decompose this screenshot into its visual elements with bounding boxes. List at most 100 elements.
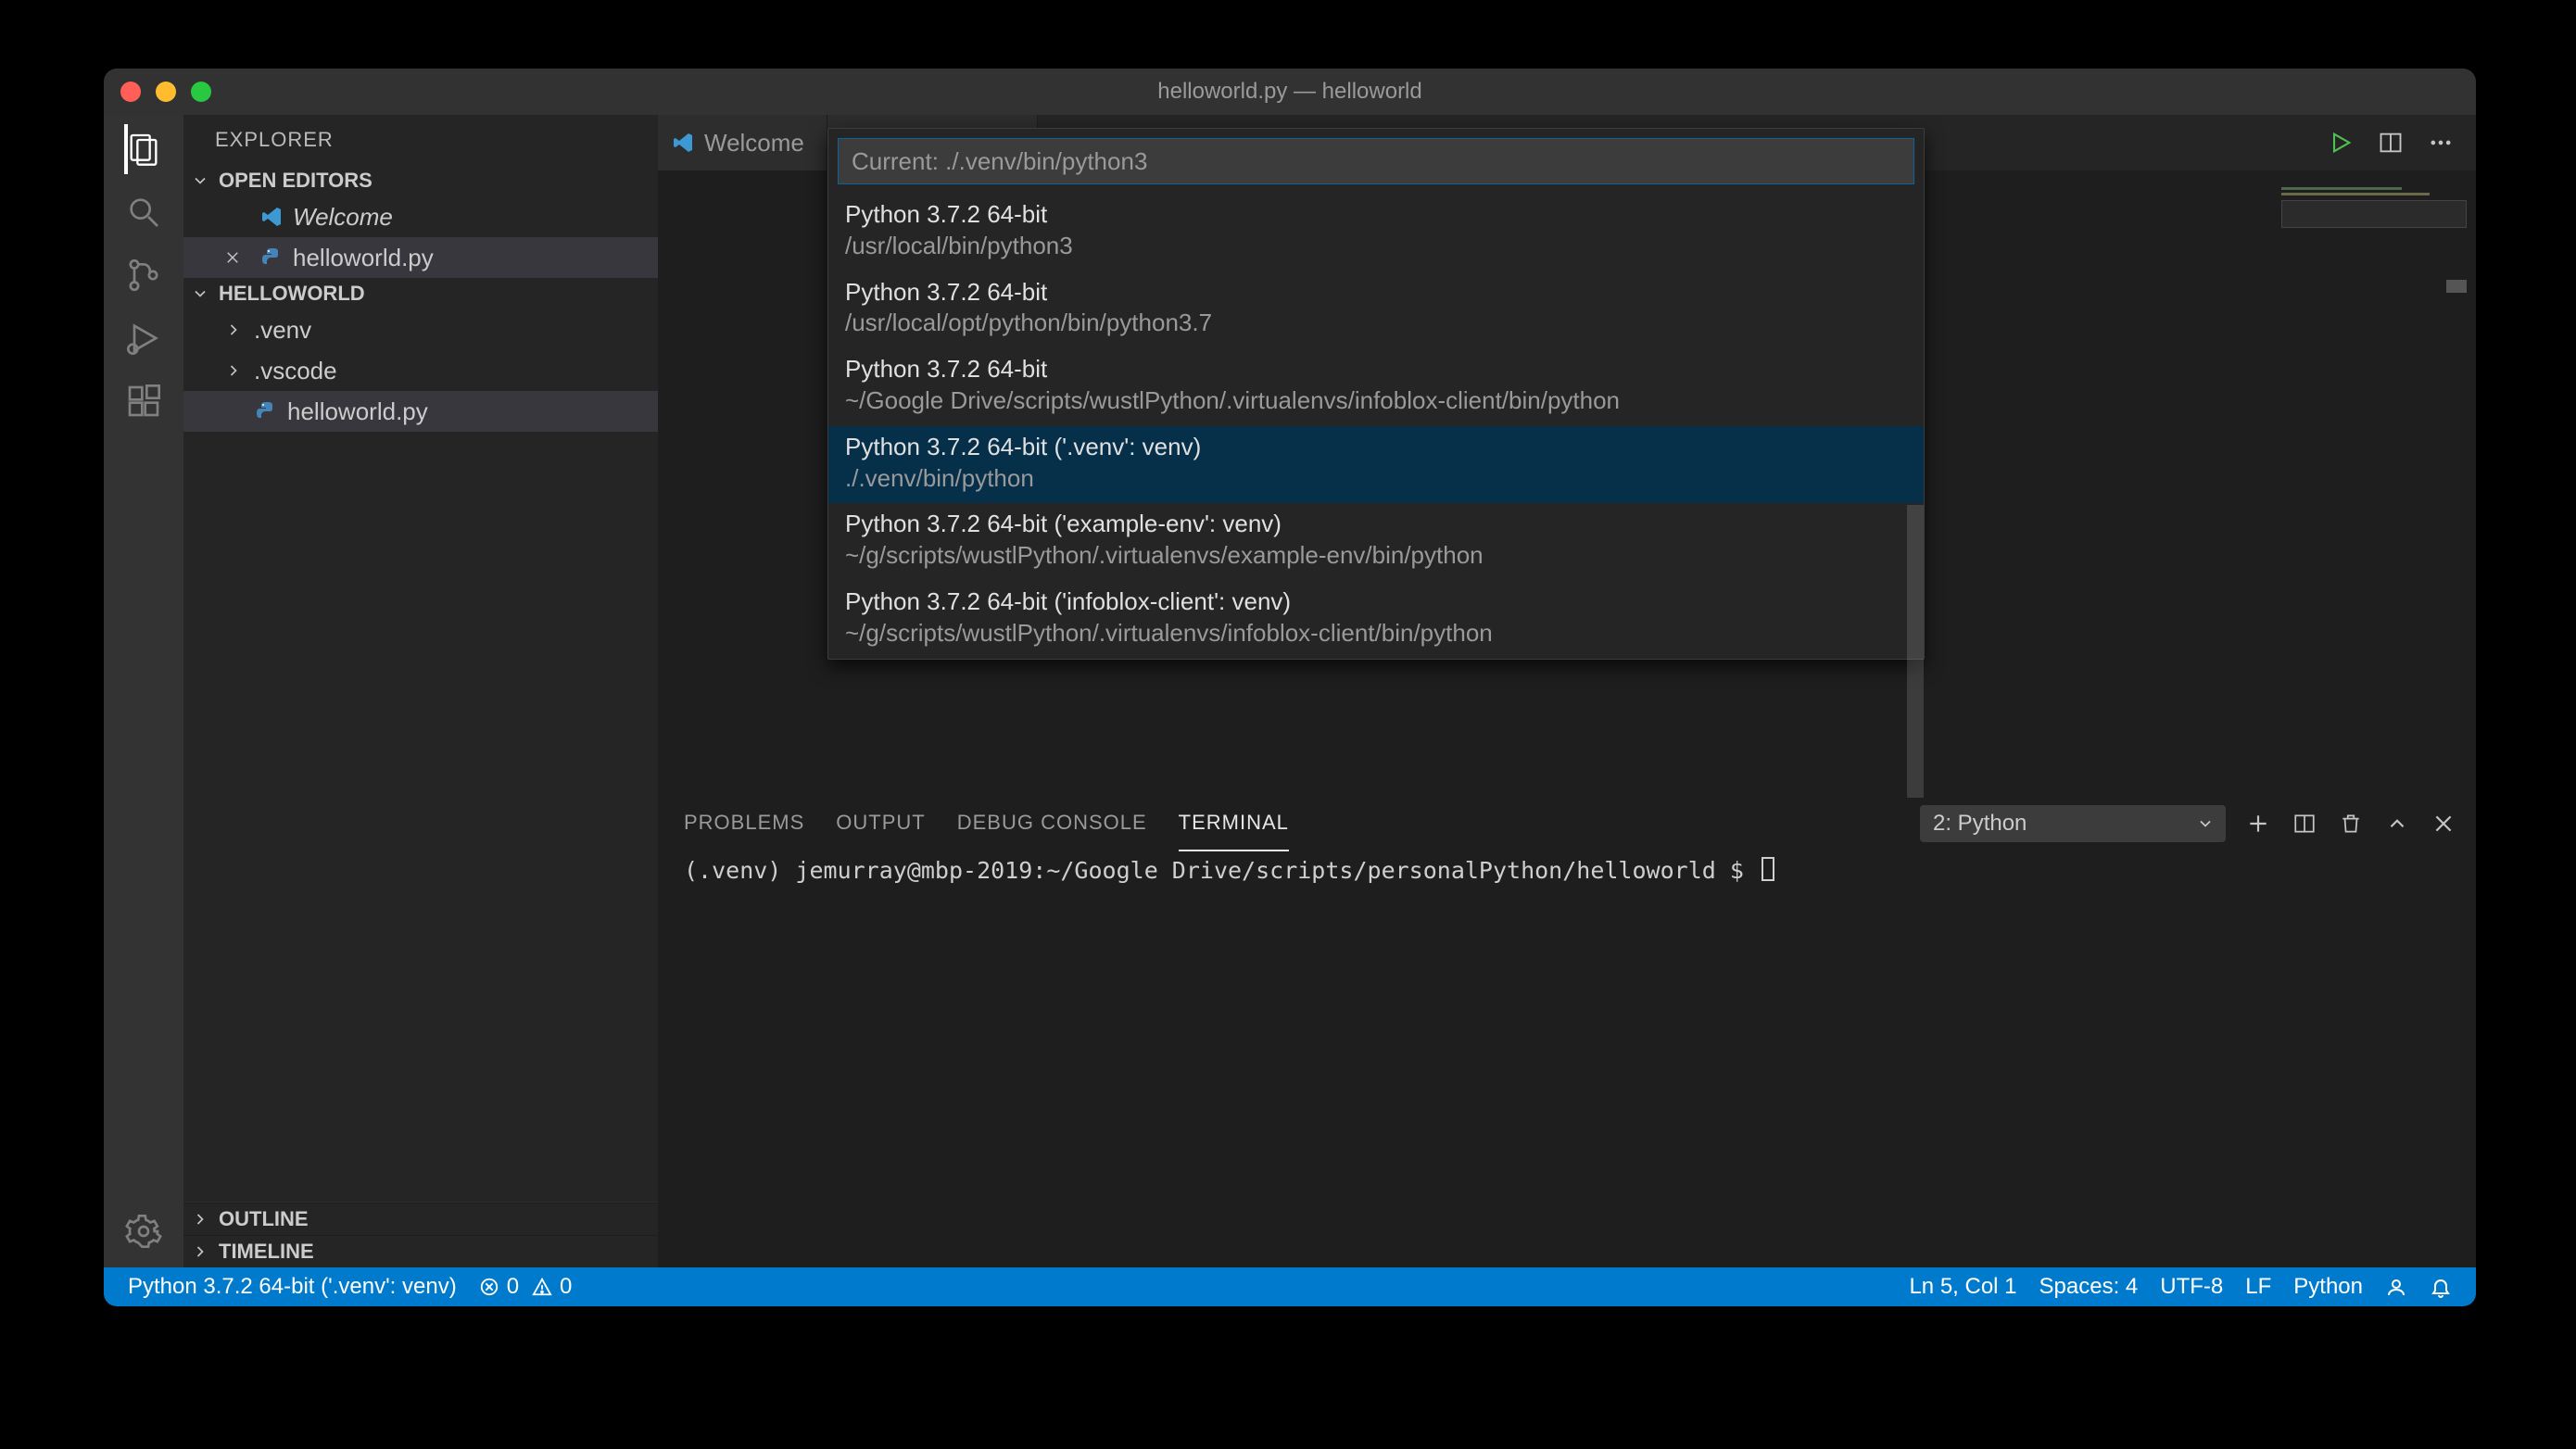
panel-tab[interactable]: TERMINAL [1179, 796, 1289, 851]
quickpick-item[interactable]: Python 3.7.2 64-bit ('.venv': venv)./.ve… [828, 426, 1924, 504]
tree-item[interactable]: .venv [183, 309, 658, 350]
quickpick-item-label: Python 3.7.2 64-bit [845, 277, 1907, 309]
chevron-down-icon [2196, 814, 2215, 833]
quickpick-item-label: Python 3.7.2 64-bit ('.venv': venv) [845, 432, 1907, 463]
tree-item-label: .vscode [254, 357, 337, 385]
terminal-output[interactable]: (.venv) jemurray@mbp-2019:~/Google Drive… [658, 851, 2476, 1267]
run-file-button[interactable] [2326, 128, 2355, 158]
tree-item[interactable]: .vscode [183, 350, 658, 391]
quickpick-item-description: /usr/local/bin/python3 [845, 231, 1907, 262]
terminal-selector-label: 2: Python [1933, 811, 2027, 837]
terminal-selector[interactable]: 2: Python [1920, 805, 2226, 842]
new-terminal-button[interactable] [2244, 810, 2272, 838]
split-terminal-button[interactable] [2291, 810, 2318, 838]
status-cursor-label: Ln 5, Col 1 [1909, 1274, 2016, 1300]
quickpick-item[interactable]: Python 3.7.2 64-bit ('infoblox-client': … [828, 581, 1924, 659]
open-editors-label: OPEN EDITORS [219, 169, 373, 193]
quickpick-item[interactable]: Python 3.7.2 64-bit~/Google Drive/script… [828, 348, 1924, 426]
status-errors-count: 0 [507, 1274, 519, 1300]
quickpick-scrollbar[interactable] [1907, 505, 1924, 798]
quickpick-input[interactable] [838, 138, 1914, 184]
editor-tab-label: Welcome [704, 129, 804, 158]
search-activity-icon[interactable] [124, 193, 163, 232]
status-bell-icon[interactable] [2418, 1267, 2463, 1306]
terminal-cursor [1762, 857, 1774, 881]
chevron-right-icon [224, 321, 245, 339]
minimap[interactable] [2281, 182, 2467, 367]
status-interpreter[interactable]: Python 3.7.2 64-bit ('.venv': venv) [117, 1267, 468, 1306]
settings-gear-icon[interactable] [124, 1212, 163, 1251]
open-editor-item[interactable]: Welcome [183, 196, 658, 237]
python-icon [259, 246, 284, 270]
maximize-panel-button[interactable] [2383, 810, 2411, 838]
vscode-window: helloworld.py — helloworld [104, 69, 2476, 1306]
status-warnings[interactable]: 0 [521, 1267, 583, 1306]
quickpick-item-label: Python 3.7.2 64-bit [845, 354, 1907, 385]
run-debug-activity-icon[interactable] [124, 319, 163, 358]
status-language[interactable]: Python [2282, 1267, 2374, 1306]
folder-label: HELLOWORLD [219, 282, 365, 306]
title-bar: helloworld.py — helloworld [104, 69, 2476, 115]
bottom-panel: PROBLEMS OUTPUT DEBUG CONSOLE TERMINAL 2: P… [658, 795, 2476, 1267]
editor-tab[interactable]: Welcome [658, 115, 827, 170]
status-spaces[interactable]: Spaces: 4 [2028, 1267, 2150, 1306]
status-encoding-label: UTF-8 [2160, 1274, 2223, 1300]
more-actions-button[interactable] [2426, 128, 2456, 158]
python-file-icon [254, 399, 278, 423]
folder-section[interactable]: HELLOWORLD [183, 278, 658, 309]
explorer-sidebar: EXPLORER OPEN EDITORS Welcome helloworld.… [183, 115, 658, 1267]
source-control-activity-icon[interactable] [124, 256, 163, 295]
open-editor-label: Welcome [293, 203, 393, 232]
status-spaces-label: Spaces: 4 [2039, 1274, 2139, 1300]
tree-item-label: helloworld.py [287, 397, 428, 426]
status-bar: Python 3.7.2 64-bit ('.venv': venv) 0 0 … [104, 1267, 2476, 1306]
quickpick-item[interactable]: Python 3.7.2 64-bit/usr/local/bin/python… [828, 194, 1924, 271]
quickpick-item-description: ~/g/scripts/wustlPython/.virtualenvs/inf… [845, 618, 1907, 649]
quickpick-item-label: Python 3.7.2 64-bit [845, 199, 1907, 231]
status-interpreter-label: Python 3.7.2 64-bit ('.venv': venv) [128, 1274, 457, 1300]
status-cursor[interactable]: Ln 5, Col 1 [1898, 1267, 2027, 1306]
status-warnings-count: 0 [560, 1274, 572, 1300]
open-editor-label: helloworld.py [293, 244, 434, 272]
status-eol-label: LF [2245, 1274, 2271, 1300]
quickpick-item-description: /usr/local/opt/python/bin/python3.7 [845, 308, 1907, 339]
activity-bar [104, 115, 183, 1267]
panel-tab[interactable]: DEBUG CONSOLE [957, 796, 1147, 851]
timeline-label: TIMELINE [219, 1240, 314, 1264]
open-editors-section[interactable]: OPEN EDITORS [183, 165, 658, 196]
chevron-down-icon [191, 171, 211, 190]
timeline-section[interactable]: TIMELINE [183, 1235, 658, 1267]
panel-tab[interactable]: PROBLEMS [684, 796, 804, 851]
close-icon[interactable] [224, 249, 250, 266]
status-language-label: Python [2293, 1274, 2363, 1300]
status-eol[interactable]: LF [2234, 1267, 2282, 1306]
extensions-activity-icon[interactable] [124, 382, 163, 421]
split-editor-button[interactable] [2376, 128, 2406, 158]
close-panel-button[interactable] [2430, 810, 2457, 838]
status-feedback-icon[interactable] [2374, 1267, 2418, 1306]
open-editor-item[interactable]: helloworld.py [183, 237, 658, 278]
vscode-icon [259, 205, 284, 229]
chevron-down-icon [191, 284, 211, 303]
outline-label: OUTLINE [219, 1207, 309, 1231]
quickpick-item[interactable]: Python 3.7.2 64-bit/usr/local/opt/python… [828, 271, 1924, 349]
quickpick-item-description: ./.venv/bin/python [845, 463, 1907, 495]
kill-terminal-button[interactable] [2337, 810, 2365, 838]
quickpick-item-label: Python 3.7.2 64-bit ('infoblox-client': … [845, 586, 1907, 618]
status-encoding[interactable]: UTF-8 [2149, 1267, 2234, 1306]
panel-tab[interactable]: OUTPUT [836, 796, 925, 851]
quickpick-item-description: ~/Google Drive/scripts/wustlPython/.virt… [845, 385, 1907, 417]
quickpick-item-description: ~/g/scripts/wustlPython/.virtualenvs/exa… [845, 540, 1907, 572]
tree-item-label: .venv [254, 316, 311, 345]
interpreter-quickpick: Python 3.7.2 64-bit/usr/local/bin/python… [827, 128, 1925, 660]
tree-item[interactable]: helloworld.py [183, 391, 658, 432]
vscode-icon [671, 131, 695, 155]
panel-tabs: PROBLEMS OUTPUT DEBUG CONSOLE TERMINAL 2: P… [658, 796, 2476, 851]
outline-section[interactable]: OUTLINE [183, 1203, 658, 1235]
sidebar-title: EXPLORER [183, 115, 658, 165]
quickpick-item[interactable]: Python 3.7.2 64-bit ('example-env': venv… [828, 503, 1924, 581]
chevron-right-icon [191, 1210, 211, 1228]
chevron-right-icon [191, 1242, 211, 1261]
explorer-activity-icon[interactable] [124, 130, 163, 169]
terminal-line: (.venv) jemurray@mbp-2019:~/Google Drive… [684, 857, 1758, 884]
